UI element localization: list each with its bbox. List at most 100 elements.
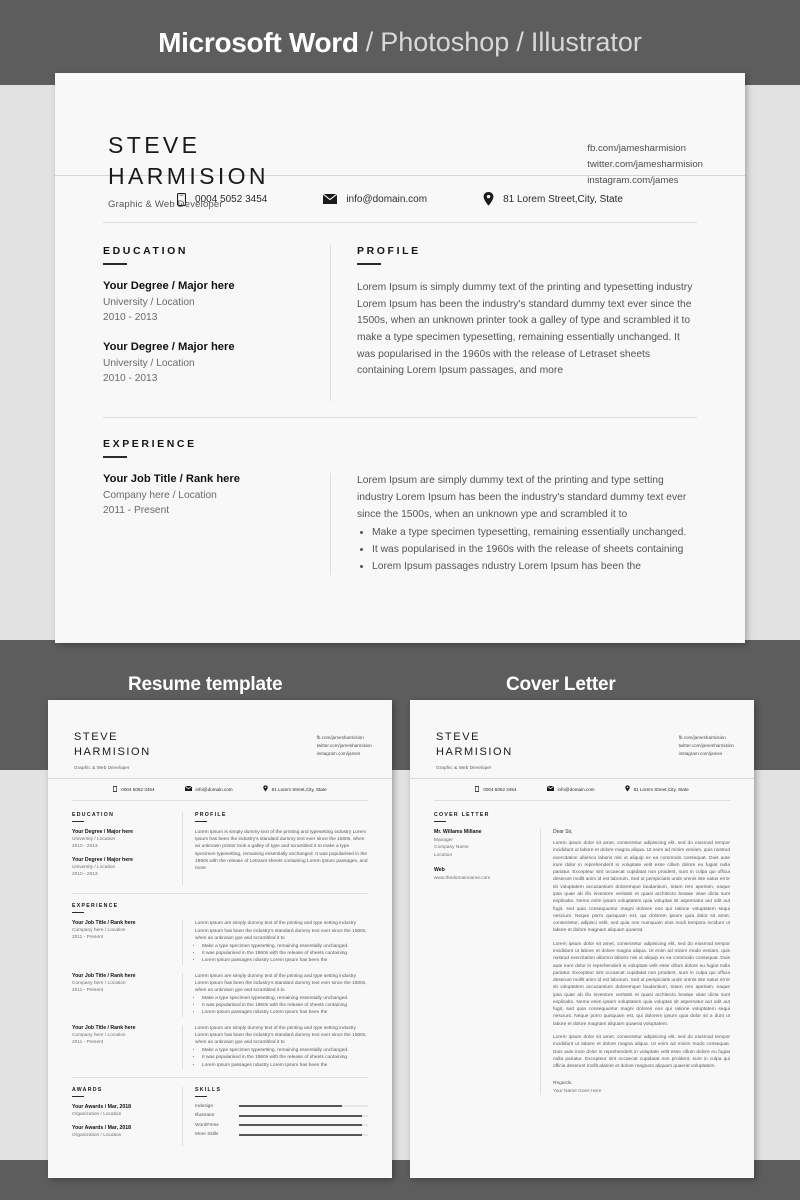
thumb-contact-email: info@domain.com: [184, 785, 233, 792]
education-dates: 2010 - 2013: [103, 372, 158, 384]
skill-track: [239, 1114, 368, 1117]
social-instagram[interactable]: instagram.com/james: [587, 173, 703, 189]
title-separator-2: /: [516, 27, 524, 57]
thumb-experience-dates: 2011 - Present: [72, 1039, 104, 1045]
experience-description: Lorem Ipsum are simply dummy text of the…: [330, 473, 697, 576]
thumb-address-text: 81 Lorem Street,City, State: [271, 786, 327, 792]
thumb-awards-underline: [72, 1095, 84, 1097]
cover-letter-recipient: Mr. Willams Millane Manager Company Name…: [434, 829, 540, 1095]
thumbnail-labels: Resume template Cover Letter: [0, 640, 800, 730]
thumb-experience-bullet: It was popularised in the 1960s with the…: [202, 950, 368, 957]
recipient-company: Company Name: [434, 845, 469, 851]
thumb-awards-heading: AWARDS: [72, 1086, 103, 1093]
resume-thumbnail[interactable]: STEVE HARMISION Graphic & Web Developer …: [48, 700, 392, 1178]
thumb-experience-heading: EXPERIENCE: [72, 903, 119, 910]
experience-bullets: Make a type specimen typesetting, remain…: [357, 525, 697, 575]
social-twitter[interactable]: twitter.com/jamesharmision: [587, 157, 703, 173]
skill-row: Illustrator: [195, 1113, 368, 1118]
skill-track: [239, 1124, 368, 1127]
skill-row: More Skills: [195, 1132, 368, 1137]
thumb-awards-skills-row: AWARDS Your Awards / Mar, 2018 Organizat…: [72, 1086, 368, 1146]
thumb-experience-bullets: Make a type specimen typesetting, remain…: [195, 1047, 368, 1069]
title-separator-1: /: [365, 27, 374, 57]
thumb-experience-row: Your Job Title / Rank here Company here …: [72, 972, 368, 1017]
experience-row: Your Job Title / Rank here Company here …: [103, 473, 697, 576]
title-microsoft-word: Microsoft Word: [158, 26, 359, 58]
cover-letter-content: Dear Sir, Lorem ipsum dolor sit amet, co…: [540, 829, 730, 1096]
thumb-cover-body: COVER LETTER Mr. Willams Millane Manager…: [410, 801, 754, 1096]
thumb-name-block: STEVE HARMISION Graphic & Web Developer: [74, 730, 151, 770]
thumb-experience-job-title: Your Job Title / Rank here: [72, 972, 136, 979]
thumb-education-dates: 2010 - 2013: [72, 872, 98, 878]
thumb-experience-company: Company here / Location: [72, 928, 126, 934]
thumb-experience-bullet: It was popularised in the 1960s with the…: [202, 1002, 368, 1009]
thumb-email-address: info@domain.com: [195, 786, 233, 792]
thumb-experience-bullet: Make a type specimen typesetting, remain…: [202, 995, 368, 1002]
thumb-education-column: EDUCATION Your Degree / Major here Unive…: [72, 812, 182, 885]
thumb-last-name: HARMISION: [74, 745, 151, 758]
cover-letter-signature: Your Name Goes Here: [553, 1088, 602, 1094]
thumb-profile-column: PROFILE Lorem Ipsum is simply dummy text…: [182, 812, 368, 886]
skill-track: [239, 1133, 368, 1136]
thumb-contact-address: 81 Lorem Street,City, State: [262, 785, 327, 793]
experience-underline: [103, 456, 127, 459]
title-illustrator: Illustrator: [530, 27, 642, 57]
thumb-skills-underline: [195, 1095, 207, 1097]
cover-letter-closing: Regards.: [553, 1081, 573, 1087]
skill-label: Illustrator: [195, 1113, 215, 1119]
thumb-profile-text: Lorem Ipsum is simply dummy text of the …: [195, 830, 368, 871]
social-facebook[interactable]: fb.com/jamesharmision: [587, 141, 703, 157]
experience-company: Company here / Location: [103, 490, 217, 502]
thumb-social-twitter: twitter.com/jamesharmision: [316, 742, 372, 748]
cover-letter-greeting: Dear Sir,: [553, 829, 573, 835]
thumb-award-org: Organization / Location: [72, 1111, 122, 1117]
thumb-first-name: STEVE: [74, 731, 119, 743]
thumb-education-dates: 2010 - 2013: [72, 844, 98, 850]
contact-address: 81 Lorem Street,City, State: [483, 192, 623, 206]
skill-fill: [239, 1124, 362, 1127]
cover-letter-thumbnail[interactable]: STEVE HARMISION Graphic & Web Developer …: [410, 700, 754, 1178]
thumb-experience-row: Your Job Title / Rank here Company here …: [72, 920, 368, 965]
envelope-icon: [546, 785, 554, 792]
thumb-experience-bullets: Make a type specimen typesetting, remain…: [195, 943, 368, 965]
last-name: HARMISION: [108, 162, 269, 189]
recipient-location: Location: [434, 852, 453, 858]
thumb-experience-bullet: It was popularised in the 1960s with the…: [202, 1054, 368, 1061]
thumb-skills-column: SKILLS Indesign Illustrator WordPress Mo…: [182, 1086, 368, 1146]
envelope-icon: [184, 785, 192, 792]
map-pin-icon: [483, 192, 494, 206]
experience-bullet: Lorem Ipsum passages ndustry Lorem Ipsum…: [372, 559, 697, 576]
thumb-cover-name-block: STEVE HARMISION Graphic & Web Developer: [436, 730, 513, 770]
education-degree: Your Degree / Major here: [103, 340, 235, 353]
thumb-cover-contact-email: info@domain.com: [546, 785, 595, 792]
address-text: 81 Lorem Street,City, State: [503, 193, 623, 205]
profile-underline: [357, 263, 381, 265]
cover-letter-underline: [434, 821, 446, 822]
map-pin-icon: [624, 785, 630, 793]
thumb-cover-social-twitter: twitter.com/jamesharmision: [678, 742, 734, 748]
education-entry: Your Degree / Major here University / Lo…: [103, 280, 308, 326]
thumb-experience-text: Lorem Ipsum are simply dummy text of the…: [195, 1025, 367, 1045]
thumb-education-underline: [72, 821, 84, 822]
experience-text: Lorem Ipsum are simply dummy text of the…: [357, 475, 687, 520]
thumb-experience-meta: Your Job Title / Rank here Company here …: [72, 973, 182, 1017]
thumb-awards-entry: Your Awards / Mar, 2018 Organization / L…: [72, 1125, 172, 1139]
skill-row: WordPress: [195, 1123, 368, 1128]
thumb-cover-contact-strip: 0004 5052 3454 info@domain.com 81 Lorem …: [410, 779, 754, 799]
contact-email: info@domain.com: [323, 194, 427, 205]
label-cover-letter: Cover Letter: [506, 674, 616, 695]
thumb-experience-bullet: Lorem Ipsum passages ndustry Lorem Ipsum…: [202, 1062, 368, 1069]
thumb-cover-social-instagram: instagram.com/james: [678, 750, 723, 756]
thumb-cover-social-facebook: fb.com/jamesharmision: [678, 735, 726, 740]
skill-label: Indesign: [195, 1103, 214, 1109]
thumb-experience-job-title: Your Job Title / Rank here: [72, 920, 136, 927]
thumb-experience-underline: [72, 912, 84, 914]
thumb-education-heading: EDUCATION: [72, 812, 115, 818]
thumb-section-divider: [72, 1076, 368, 1078]
thumb-social-facebook: fb.com/jamesharmision: [316, 735, 364, 740]
thumb-experience-text: Lorem Ipsum are simply dummy text of the…: [195, 921, 367, 941]
thumb-social-instagram: instagram.com/james: [316, 750, 361, 756]
web-value: www.thedomainname.com: [434, 876, 491, 882]
cover-letter-heading: COVER LETTER: [434, 812, 490, 818]
recipient-name: Mr. Willams Millane: [434, 829, 482, 835]
